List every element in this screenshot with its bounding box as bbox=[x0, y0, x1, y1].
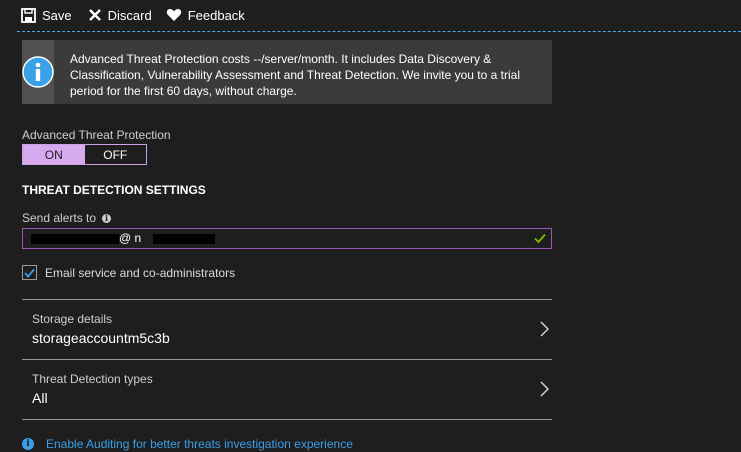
info-icon[interactable]: i bbox=[102, 213, 112, 223]
threat-detection-types-row[interactable]: Threat Detection types All bbox=[22, 360, 552, 418]
checkmark-icon bbox=[24, 268, 35, 278]
enable-auditing-link[interactable]: i Enable Auditing for better threats inv… bbox=[22, 437, 353, 451]
save-label: Save bbox=[42, 7, 72, 23]
checkmark-icon bbox=[534, 233, 546, 244]
email-admins-checkbox[interactable] bbox=[22, 265, 37, 280]
heart-icon bbox=[166, 8, 181, 21]
info-icon: i bbox=[22, 438, 34, 450]
toolbar-divider bbox=[17, 31, 741, 32]
send-alerts-value: @ n bbox=[119, 231, 142, 245]
command-bar: Save Discard Feedback bbox=[0, 0, 741, 30]
info-icon-container bbox=[22, 40, 54, 104]
info-banner: Advanced Threat Protection costs --/serv… bbox=[22, 40, 552, 104]
send-alerts-label: Send alerts to i bbox=[22, 211, 112, 225]
close-icon bbox=[88, 9, 101, 21]
email-admins-option[interactable]: Email service and co-administrators bbox=[22, 265, 235, 280]
threat-detection-types-value: All bbox=[32, 390, 48, 406]
info-icon bbox=[22, 56, 54, 88]
email-admins-label: Email service and co-administrators bbox=[45, 265, 236, 280]
info-banner-text: Advanced Threat Protection costs --/serv… bbox=[70, 52, 520, 98]
save-button[interactable]: Save bbox=[21, 0, 80, 30]
section-title: THREAT DETECTION SETTINGS bbox=[22, 183, 206, 197]
discard-label: Discard bbox=[107, 7, 152, 23]
redaction-block bbox=[31, 234, 119, 244]
atp-on-option[interactable]: ON bbox=[23, 145, 85, 164]
atp-toggle[interactable]: ON OFF bbox=[22, 144, 147, 165]
atp-label: Advanced Threat Protection bbox=[22, 128, 171, 142]
enable-auditing-text: Enable Auditing for better threats inves… bbox=[46, 437, 353, 451]
storage-details-row[interactable]: Storage details storageaccountm5c3b bbox=[22, 300, 552, 358]
redaction-block bbox=[153, 234, 215, 244]
chevron-right-icon bbox=[540, 381, 549, 397]
threat-detection-types-label: Threat Detection types bbox=[32, 372, 153, 386]
send-alerts-text: Send alerts to bbox=[22, 211, 97, 225]
chevron-right-icon bbox=[540, 321, 549, 337]
feedback-label: Feedback bbox=[187, 7, 245, 23]
discard-button[interactable]: Discard bbox=[88, 0, 160, 30]
send-alerts-input[interactable]: @ n bbox=[22, 228, 552, 249]
divider bbox=[22, 419, 552, 420]
atp-off-option[interactable]: OFF bbox=[85, 145, 147, 164]
storage-details-label: Storage details bbox=[32, 312, 113, 326]
feedback-button[interactable]: Feedback bbox=[166, 0, 253, 30]
storage-details-value: storageaccountm5c3b bbox=[32, 330, 170, 346]
save-icon bbox=[21, 7, 36, 23]
